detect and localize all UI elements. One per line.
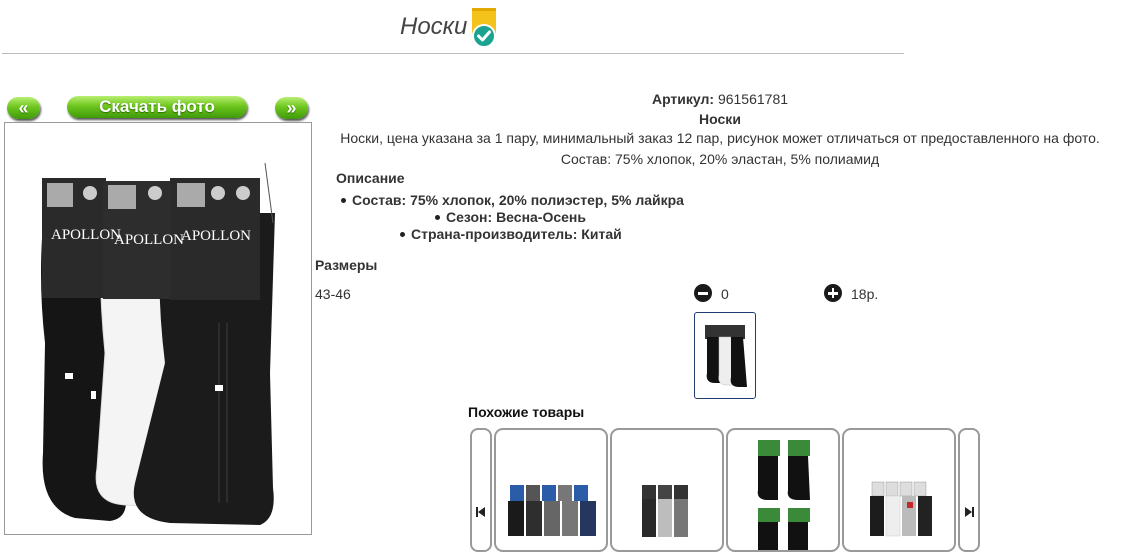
price-value: 18р.	[851, 286, 879, 302]
description-heading: Описание	[336, 170, 405, 186]
download-photo-button[interactable]: Скачать фото	[67, 96, 247, 118]
spec-item: Сезон: Весна-Осень	[435, 209, 586, 225]
product-name: Носки	[699, 111, 741, 127]
size-value: 43-46	[315, 286, 351, 302]
skip-back-icon	[476, 507, 485, 517]
verified-check-icon	[470, 8, 498, 50]
prev-photo-button[interactable]: «	[7, 97, 40, 119]
product-photo[interactable]: APOLLON APOLLON APOLLON	[4, 122, 312, 535]
similar-product-card[interactable]	[610, 428, 724, 552]
spec-item: Страна-производитель: Китай	[400, 226, 622, 242]
article-number: Артикул: 961561781	[315, 91, 1125, 107]
product-composition: Состав: 75% хлопок, 20% эластан, 5% поли…	[560, 151, 880, 167]
header-divider	[2, 53, 904, 54]
quantity-value: 0	[721, 286, 729, 302]
article-value: 961561781	[717, 91, 789, 107]
similar-product-card[interactable]	[726, 428, 840, 552]
minus-circle-icon[interactable]	[694, 284, 712, 302]
product-summary: Носки, цена указана за 1 пару, минимальн…	[340, 130, 1100, 146]
product-thumbnail[interactable]	[694, 312, 756, 399]
sizes-heading: Размеры	[315, 257, 378, 273]
similar-next-button[interactable]	[958, 428, 980, 552]
spec-item: Состав: 75% хлопок, 20% полиэстер, 5% ла…	[341, 192, 684, 208]
skip-forward-icon	[965, 507, 974, 517]
tag-brand-label: APOLLON	[181, 228, 251, 244]
similar-prev-button[interactable]	[470, 428, 492, 552]
similar-product-card[interactable]	[842, 428, 956, 552]
similar-product-card[interactable]	[494, 428, 608, 552]
plus-circle-icon[interactable]	[824, 284, 842, 302]
tag-brand-label: APOLLON	[114, 232, 184, 248]
next-photo-button[interactable]: »	[275, 97, 308, 119]
similar-products-heading: Похожие товары	[468, 404, 585, 420]
tag-brand-label: APOLLON	[51, 227, 121, 243]
article-label: Артикул:	[651, 91, 715, 107]
page-title: Носки	[400, 13, 468, 40]
